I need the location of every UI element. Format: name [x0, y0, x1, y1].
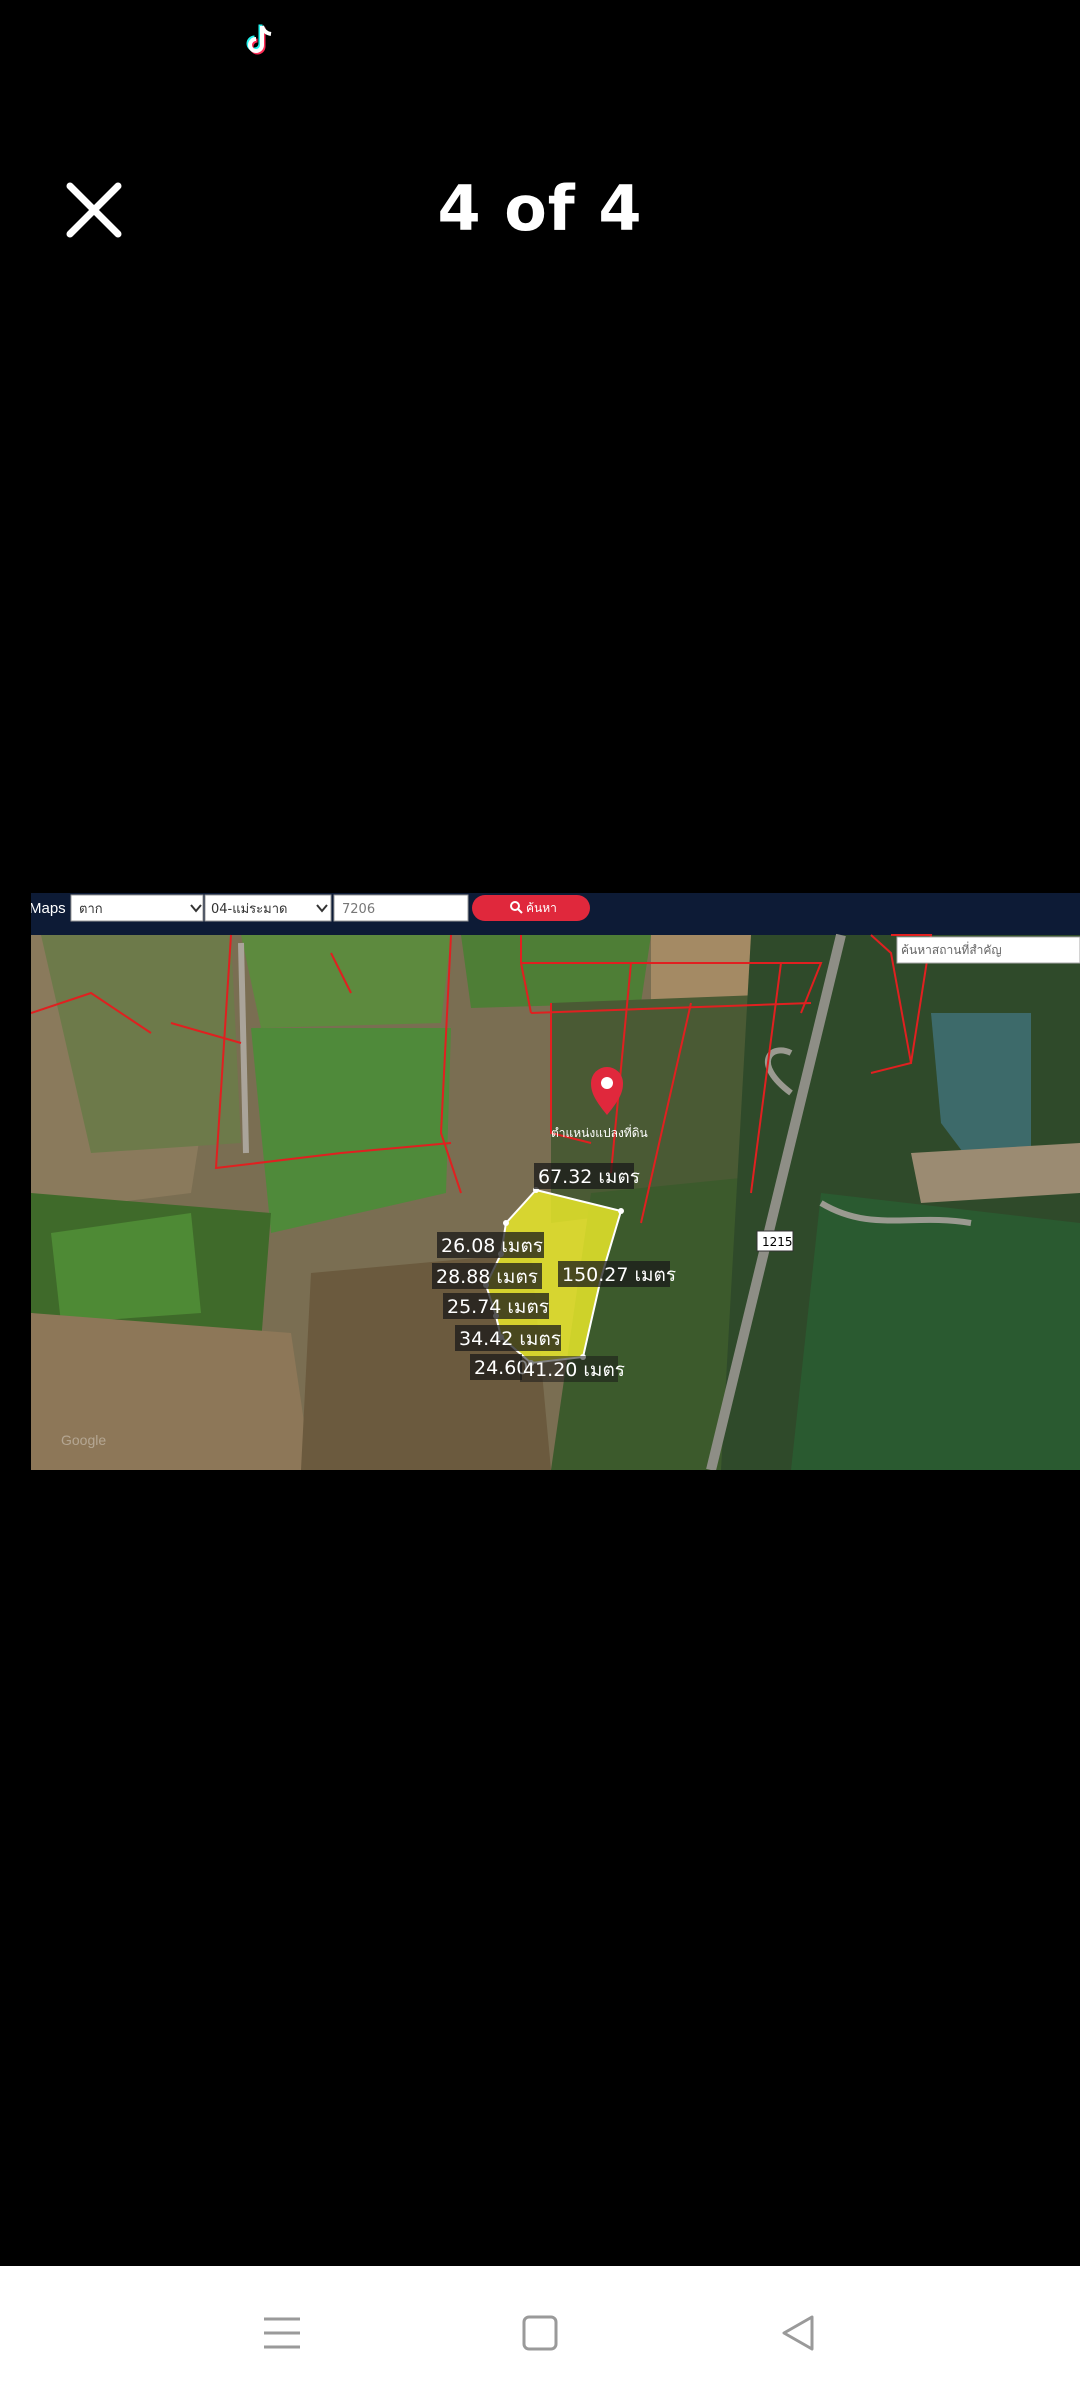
back-button[interactable] [738, 2266, 858, 2400]
home-button[interactable] [480, 2266, 600, 2400]
back-triangle-icon [782, 2315, 814, 2351]
image-viewer[interactable]: Maps ตาก 04-แม่ระมาด 7206 ค้นหา ตำแหน่งแ… [31, 893, 1080, 1470]
measurement-label: 26.08 เมตร [441, 1235, 543, 1257]
measurement-label: 34.42 เมตร [459, 1328, 561, 1350]
parcel-number-value: 7206 [342, 902, 375, 917]
page-counter: 4 of 4 [437, 172, 643, 245]
recent-apps-button[interactable] [222, 2266, 342, 2400]
marker-label: ตำแหน่งแปลงที่ดิน [551, 1124, 648, 1140]
province-select-value: ตาก [79, 902, 103, 917]
tiktok-logo-icon [246, 24, 272, 55]
map-image: Maps ตาก 04-แม่ระมาด 7206 ค้นหา ตำแหน่งแ… [31, 893, 1080, 1470]
map-brand: Maps [31, 900, 66, 917]
measurement-label: 25.74 เมตร [447, 1296, 549, 1318]
road-number: 1215 [762, 1235, 793, 1249]
recent-apps-icon [264, 2317, 300, 2349]
home-square-icon [522, 2315, 558, 2351]
search-button-label: ค้นหา [526, 901, 557, 915]
map-watermark: Google [61, 1432, 106, 1448]
measurement-label: 150.27 เมตร [562, 1264, 676, 1286]
system-nav-bar [0, 2266, 1080, 2400]
place-search-placeholder: ค้นหาสถานที่สำคัญ [901, 941, 1002, 957]
measurement-label: 41.20 เมตร [523, 1359, 625, 1381]
measurement-label: 28.88 เมตร [436, 1266, 538, 1288]
district-select-value: 04-แม่ระมาด [211, 902, 287, 917]
measurement-label: 67.32 เมตร [538, 1166, 640, 1188]
